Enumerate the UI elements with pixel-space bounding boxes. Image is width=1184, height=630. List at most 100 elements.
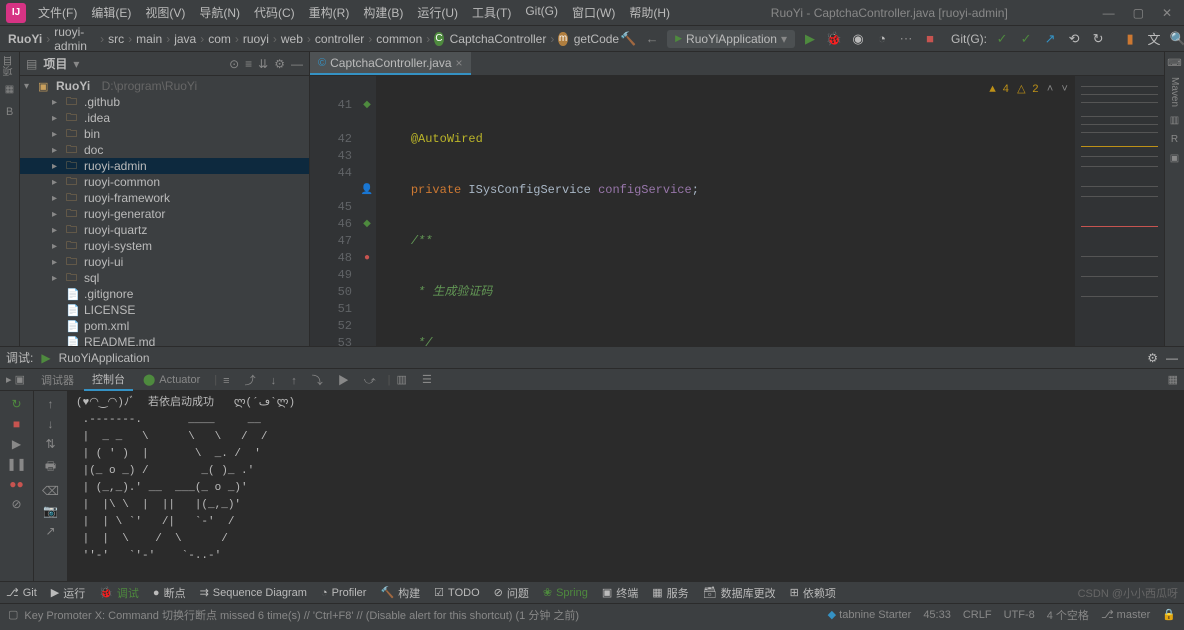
console-output[interactable]: (♥◠‿◠)ﾉﾞ 若依启动成功 ლ(´ڡ`ლ) .-------. ____ _… bbox=[68, 391, 1184, 581]
view-icons[interactable]: ▥ ☰ bbox=[397, 373, 438, 386]
search-icon[interactable]: 🔍 bbox=[1169, 30, 1184, 48]
tree-item[interactable]: ▸🗀.github bbox=[20, 94, 309, 110]
tab-close-icon[interactable]: × bbox=[456, 56, 463, 70]
project-tree[interactable]: ▾▣ RuoYi D:\program\RuoYi ▸🗀.github▸🗀.id… bbox=[20, 76, 309, 346]
line-sep[interactable]: CRLF bbox=[963, 609, 992, 621]
inspection-med[interactable]: △ 2 bbox=[1017, 82, 1039, 99]
tree-item[interactable]: ▸🗀doc bbox=[20, 142, 309, 158]
status-icon[interactable]: ▢ bbox=[8, 608, 18, 621]
maximize-icon[interactable]: ▢ bbox=[1133, 6, 1144, 20]
pause-icon[interactable]: ❚❚ bbox=[6, 457, 26, 471]
mute-bp-icon[interactable]: ⊘ bbox=[11, 497, 21, 511]
run-tool[interactable]: ▶ 运行 bbox=[51, 585, 85, 601]
breakpoints-icon[interactable]: ●● bbox=[9, 477, 24, 491]
rerun-icon[interactable]: ↻ bbox=[11, 397, 21, 411]
profile-icon[interactable]: ◔ bbox=[873, 30, 891, 48]
tree-item[interactable]: 📄LICENSE bbox=[20, 302, 309, 318]
breakpoints-tool[interactable]: ● 断点 bbox=[153, 585, 186, 601]
attach-icon[interactable]: ⋯ bbox=[897, 30, 915, 48]
debug-hide-icon[interactable]: — bbox=[1166, 351, 1178, 365]
step-icons[interactable]: ≡ ⤴ ↓ ↑ ⤵ ▶ ⤻ bbox=[223, 372, 382, 388]
tree-item[interactable]: ▸🗀ruoyi-generator bbox=[20, 206, 309, 222]
close-icon[interactable]: ✕ bbox=[1162, 6, 1172, 20]
menu-build[interactable]: 构建(B) bbox=[357, 2, 409, 23]
restful-icon[interactable]: R bbox=[1171, 134, 1178, 145]
git-rollback-icon[interactable]: ↻ bbox=[1089, 30, 1107, 48]
translate-icon[interactable]: 文 bbox=[1145, 30, 1163, 48]
inspection-up-icon[interactable]: ˄ bbox=[1047, 82, 1054, 99]
wrap-icon[interactable]: ⇅ bbox=[45, 437, 55, 451]
git-commit-icon[interactable]: ✓ bbox=[1017, 30, 1035, 48]
clear-icon[interactable]: ⌫ bbox=[42, 484, 59, 498]
menu-tools[interactable]: 工具(T) bbox=[466, 2, 517, 23]
git-history-icon[interactable]: ⟲ bbox=[1065, 30, 1083, 48]
deps-tool[interactable]: ⊞ 依赖项 bbox=[790, 585, 836, 601]
up-icon[interactable]: ↑ bbox=[48, 397, 54, 411]
editor-tab[interactable]: © CaptchaController.java × bbox=[310, 52, 471, 75]
db-icon[interactable]: ▥ bbox=[1170, 115, 1179, 126]
run-config-select[interactable]: RuoYiApplication ▾ bbox=[667, 30, 795, 48]
tree-item[interactable]: 📄pom.xml bbox=[20, 318, 309, 334]
todo-tool[interactable]: ☑ TODO bbox=[434, 586, 479, 599]
structure-icon[interactable]: ▦ bbox=[5, 84, 14, 95]
tree-item[interactable]: ▸🗀ruoyi-admin bbox=[20, 158, 309, 174]
git-tool[interactable]: ⎇ Git bbox=[6, 586, 37, 599]
bc-6[interactable]: ruoyi bbox=[243, 32, 269, 46]
git-push-icon[interactable]: ↗ bbox=[1041, 30, 1059, 48]
cursor-pos[interactable]: 45:33 bbox=[923, 609, 951, 621]
bc-4[interactable]: java bbox=[174, 32, 196, 46]
minimize-icon[interactable]: — bbox=[1103, 6, 1115, 20]
debug-gear-icon[interactable]: ⚙ bbox=[1147, 351, 1158, 365]
stop-debug-icon[interactable]: ■ bbox=[13, 417, 20, 431]
actuator-tab[interactable]: ⬤Actuator bbox=[135, 371, 208, 388]
tree-item[interactable]: 📄.gitignore bbox=[20, 286, 309, 302]
inspection-down-icon[interactable]: ˅ bbox=[1061, 82, 1068, 99]
notify-icon[interactable]: ▣ bbox=[1170, 153, 1179, 164]
tree-item[interactable]: ▸🗀ruoyi-framework bbox=[20, 190, 309, 206]
menu-edit[interactable]: 编辑(E) bbox=[85, 2, 137, 23]
collapse-all-icon[interactable]: ⇊ bbox=[258, 57, 268, 71]
hammer-icon[interactable]: 🔨 bbox=[619, 30, 637, 48]
tabnine-status[interactable]: ◆ tabnine Starter bbox=[828, 608, 912, 621]
export-icon[interactable]: ↗ bbox=[45, 524, 55, 538]
services-tool[interactable]: ▦ 服务 bbox=[652, 585, 688, 601]
bc-1[interactable]: ruoyi-admin bbox=[54, 25, 96, 53]
debug-icon[interactable]: 🐞 bbox=[825, 30, 843, 48]
debug-tool[interactable]: 🐞 调试 bbox=[99, 585, 139, 601]
menu-nav[interactable]: 导航(N) bbox=[193, 2, 246, 23]
profiler-tool[interactable]: ◔ Profiler bbox=[321, 587, 367, 599]
menu-file[interactable]: 文件(F) bbox=[32, 2, 83, 23]
expand-icon[interactable]: ≡ bbox=[245, 57, 252, 71]
down-icon[interactable]: ↓ bbox=[48, 417, 54, 431]
terminal-tool[interactable]: ▣ 终端 bbox=[602, 585, 638, 601]
indent[interactable]: 4 个空格 bbox=[1047, 607, 1089, 623]
code-body[interactable]: ▲ 4 △ 2 ˄ ˅ @AutoWired private ISysConfi… bbox=[376, 76, 1074, 346]
menu-git[interactable]: Git(G) bbox=[519, 2, 564, 23]
tip-icon[interactable]: ▮ bbox=[1121, 30, 1139, 48]
maven-tab[interactable]: Maven bbox=[1169, 77, 1180, 107]
bc-3[interactable]: main bbox=[136, 32, 162, 46]
menu-view[interactable]: 视图(V) bbox=[139, 2, 191, 23]
build-tool[interactable]: 🔨 构建 bbox=[380, 585, 420, 601]
bc-2[interactable]: src bbox=[108, 32, 124, 46]
camera-icon[interactable]: 📷 bbox=[43, 504, 58, 518]
lock-icon[interactable]: 🔒 bbox=[1162, 608, 1176, 621]
hide-icon[interactable]: — bbox=[291, 57, 303, 71]
tree-item[interactable]: ▸🗀ruoyi-common bbox=[20, 174, 309, 190]
print-icon[interactable]: 🖶 bbox=[45, 457, 56, 478]
bc-5[interactable]: com bbox=[208, 32, 231, 46]
collapse-icon[interactable]: ▤ bbox=[26, 57, 37, 71]
bc-method[interactable]: getCode bbox=[574, 32, 619, 46]
seqdiag-tool[interactable]: ⇉ Sequence Diagram bbox=[200, 586, 307, 599]
bc-0[interactable]: RuoYi bbox=[8, 32, 42, 46]
tree-item[interactable]: ▸🗀ruoyi-system bbox=[20, 238, 309, 254]
dbchanges-tool[interactable]: 🗃 数据库更改 bbox=[703, 585, 776, 601]
console-tab[interactable]: 控制台 bbox=[84, 369, 133, 391]
tree-root[interactable]: ▾▣ RuoYi D:\program\RuoYi bbox=[20, 78, 309, 94]
resume-icon[interactable]: ▶ bbox=[12, 437, 21, 451]
debugger-tab[interactable]: 调试器 bbox=[33, 370, 82, 390]
stop-icon[interactable]: ■ bbox=[921, 30, 939, 48]
project-tab[interactable]: 项目 bbox=[2, 56, 17, 76]
menu-window[interactable]: 窗口(W) bbox=[566, 2, 621, 23]
bc-8[interactable]: controller bbox=[315, 32, 364, 46]
